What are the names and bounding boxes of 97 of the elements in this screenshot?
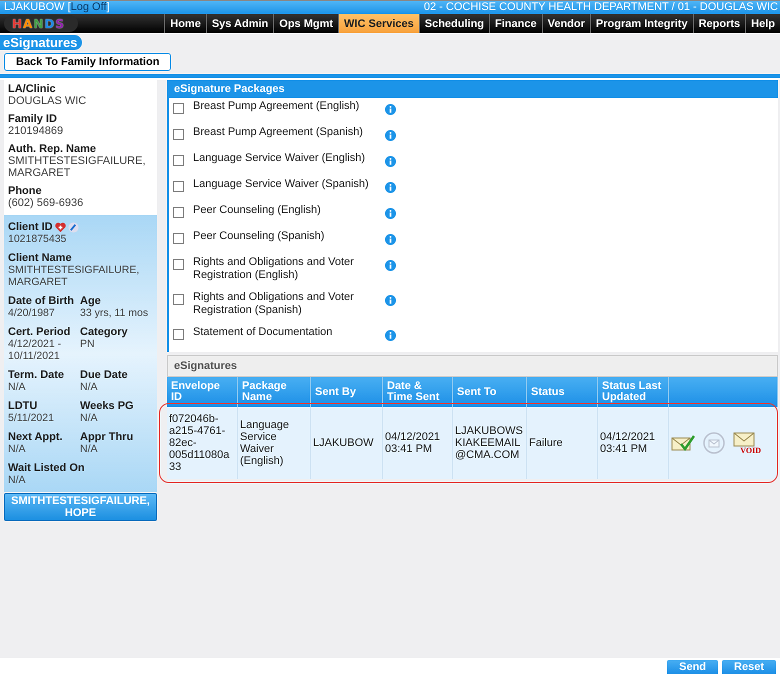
field-label: Client ID	[8, 221, 53, 233]
heart-cross-icon[interactable]	[54, 222, 66, 232]
column-header: Envelope ID	[167, 377, 238, 407]
organization-name: 02 - COCHISE COUNTY HEALTH DEPARTMENT / 01 - DOUGLAS WIC	[424, 1, 778, 14]
field-label: Term. Date	[8, 369, 66, 381]
field-label: Category	[80, 326, 129, 338]
field-label: Cert. Period	[8, 326, 72, 338]
logo: HAN DS	[4, 15, 78, 32]
field-value: N/A	[8, 474, 27, 486]
package-label: Language Service Waiver (English)	[193, 152, 366, 165]
column-header: Package Name	[238, 377, 311, 407]
field-label: Client Name	[8, 252, 73, 264]
nav-tab[interactable]: Reports	[692, 14, 746, 33]
envelope-check-icon[interactable]	[671, 434, 695, 452]
info-icon[interactable]	[385, 234, 396, 245]
checkbox[interactable]	[173, 155, 184, 166]
package-label: Rights and Obligations and Voter Registration (Spanish)	[193, 291, 355, 317]
package-label: Peer Counseling (English)	[193, 204, 322, 217]
package-label: Language Service Waiver (Spanish)	[193, 178, 370, 191]
field-value: 4/20/1987	[8, 307, 56, 319]
column-header: Sent To	[453, 377, 527, 407]
table-cell: f072046b-a215-4761-82ec-005d11080a33	[167, 407, 238, 479]
back-button[interactable]: Back To Family Information	[4, 53, 172, 71]
nav-tab[interactable]: Vendor	[542, 14, 590, 33]
info-icon[interactable]	[385, 260, 396, 271]
package-label: Peer Counseling (Spanish)	[193, 230, 326, 243]
field-value: PN	[80, 338, 96, 350]
checkbox[interactable]	[173, 233, 184, 244]
checkbox[interactable]	[173, 103, 184, 114]
info-icon[interactable]	[385, 208, 396, 219]
checkbox[interactable]	[173, 181, 184, 192]
field-label: Weeks PG	[80, 400, 135, 412]
field-value: N/A	[80, 443, 99, 455]
field-value: SMITHTESTESIGFAILURE, MARGARET	[8, 155, 147, 179]
table-cell: LJAKUBOW	[311, 407, 383, 479]
field-value: 1021875435	[8, 233, 68, 245]
column-header: Date & Time Sent	[383, 377, 453, 407]
bracket: ]	[106, 1, 110, 13]
username: LJAKUBOW	[4, 1, 65, 13]
info-icon[interactable]	[385, 330, 396, 341]
info-icon[interactable]	[385, 182, 396, 193]
package-label: Breast Pump Agreement (English)	[193, 100, 360, 113]
field-label: Phone	[8, 185, 43, 197]
table-cell: 04/12/2021 03:41 PM	[383, 407, 453, 479]
nav-tab[interactable]: Scheduling	[418, 14, 490, 33]
field-value: 4/12/2021 - 10/11/2021	[8, 338, 62, 362]
field-value: DOUGLAS WIC	[8, 95, 88, 107]
field-label: LA/Clinic	[8, 83, 57, 95]
field-label: Date of Birth	[8, 295, 75, 307]
nav-tab[interactable]: Program Integrity	[590, 14, 693, 33]
checkbox[interactable]	[173, 259, 184, 270]
nav-tab[interactable]: Finance	[489, 14, 542, 33]
field-label: Wait Listed On	[8, 462, 86, 474]
package-label: Rights and Obligations and Voter Registration (English)	[193, 256, 355, 282]
nav-tab[interactable]: Home	[164, 14, 206, 33]
field-value: 210194869	[8, 125, 64, 137]
checkbox[interactable]	[173, 207, 184, 218]
field-label: Family ID	[8, 113, 58, 125]
info-icon[interactable]	[385, 156, 396, 167]
field-label: Appr Thru	[80, 431, 134, 443]
nav-tab[interactable]: Help	[745, 14, 780, 33]
field-value: N/A	[80, 412, 99, 424]
checkbox[interactable]	[173, 294, 184, 305]
nav-tab[interactable]: WIC Services	[338, 14, 419, 33]
field-label: Next Appt.	[8, 431, 64, 443]
field-value: N/A	[80, 381, 99, 393]
field-label: Due Date	[80, 369, 129, 381]
field-label: LDTU	[8, 400, 38, 412]
page-title: eSignatures	[0, 35, 82, 50]
section-header: eSignatures	[167, 355, 778, 377]
bracket: [	[68, 1, 71, 13]
table-cell: Failure	[527, 407, 598, 479]
table-cell: 04/12/2021 03:41 PM	[598, 407, 669, 479]
checkbox[interactable]	[173, 129, 184, 140]
package-label: Statement of Documentation	[193, 326, 334, 339]
logoff-link[interactable]: Log Off	[70, 1, 107, 13]
table-cell: Language Service Waiver (English)	[238, 407, 311, 479]
column-header: Sent By	[311, 377, 383, 407]
field-value: N/A	[8, 443, 27, 455]
info-icon[interactable]	[385, 130, 396, 141]
section-header: eSignature Packages	[169, 80, 778, 98]
field-value: SMITHTESTESIGFAILURE, MARGARET	[8, 264, 140, 288]
checkbox[interactable]	[173, 329, 184, 340]
pencil-icon[interactable]	[68, 222, 79, 232]
column-header: Status	[527, 377, 598, 407]
field-value: 33 yrs, 11 mos	[80, 307, 150, 319]
column-header: Status Last Updated	[598, 377, 669, 407]
table-cell: LJAKUBOWS KIAKEEMAIL @CMA.COM	[453, 407, 527, 479]
field-label: Auth. Rep. Name	[8, 143, 98, 155]
info-icon[interactable]	[385, 104, 396, 115]
info-icon[interactable]	[385, 295, 396, 306]
package-label: Breast Pump Agreement (Spanish)	[193, 126, 364, 139]
field-label: Age	[80, 295, 102, 307]
field-value: 5/11/2021	[8, 412, 55, 424]
field-value: N/A	[8, 381, 27, 393]
nav-tab[interactable]: Sys Admin	[206, 14, 274, 33]
field-value: (602) 569-6936	[8, 197, 84, 209]
